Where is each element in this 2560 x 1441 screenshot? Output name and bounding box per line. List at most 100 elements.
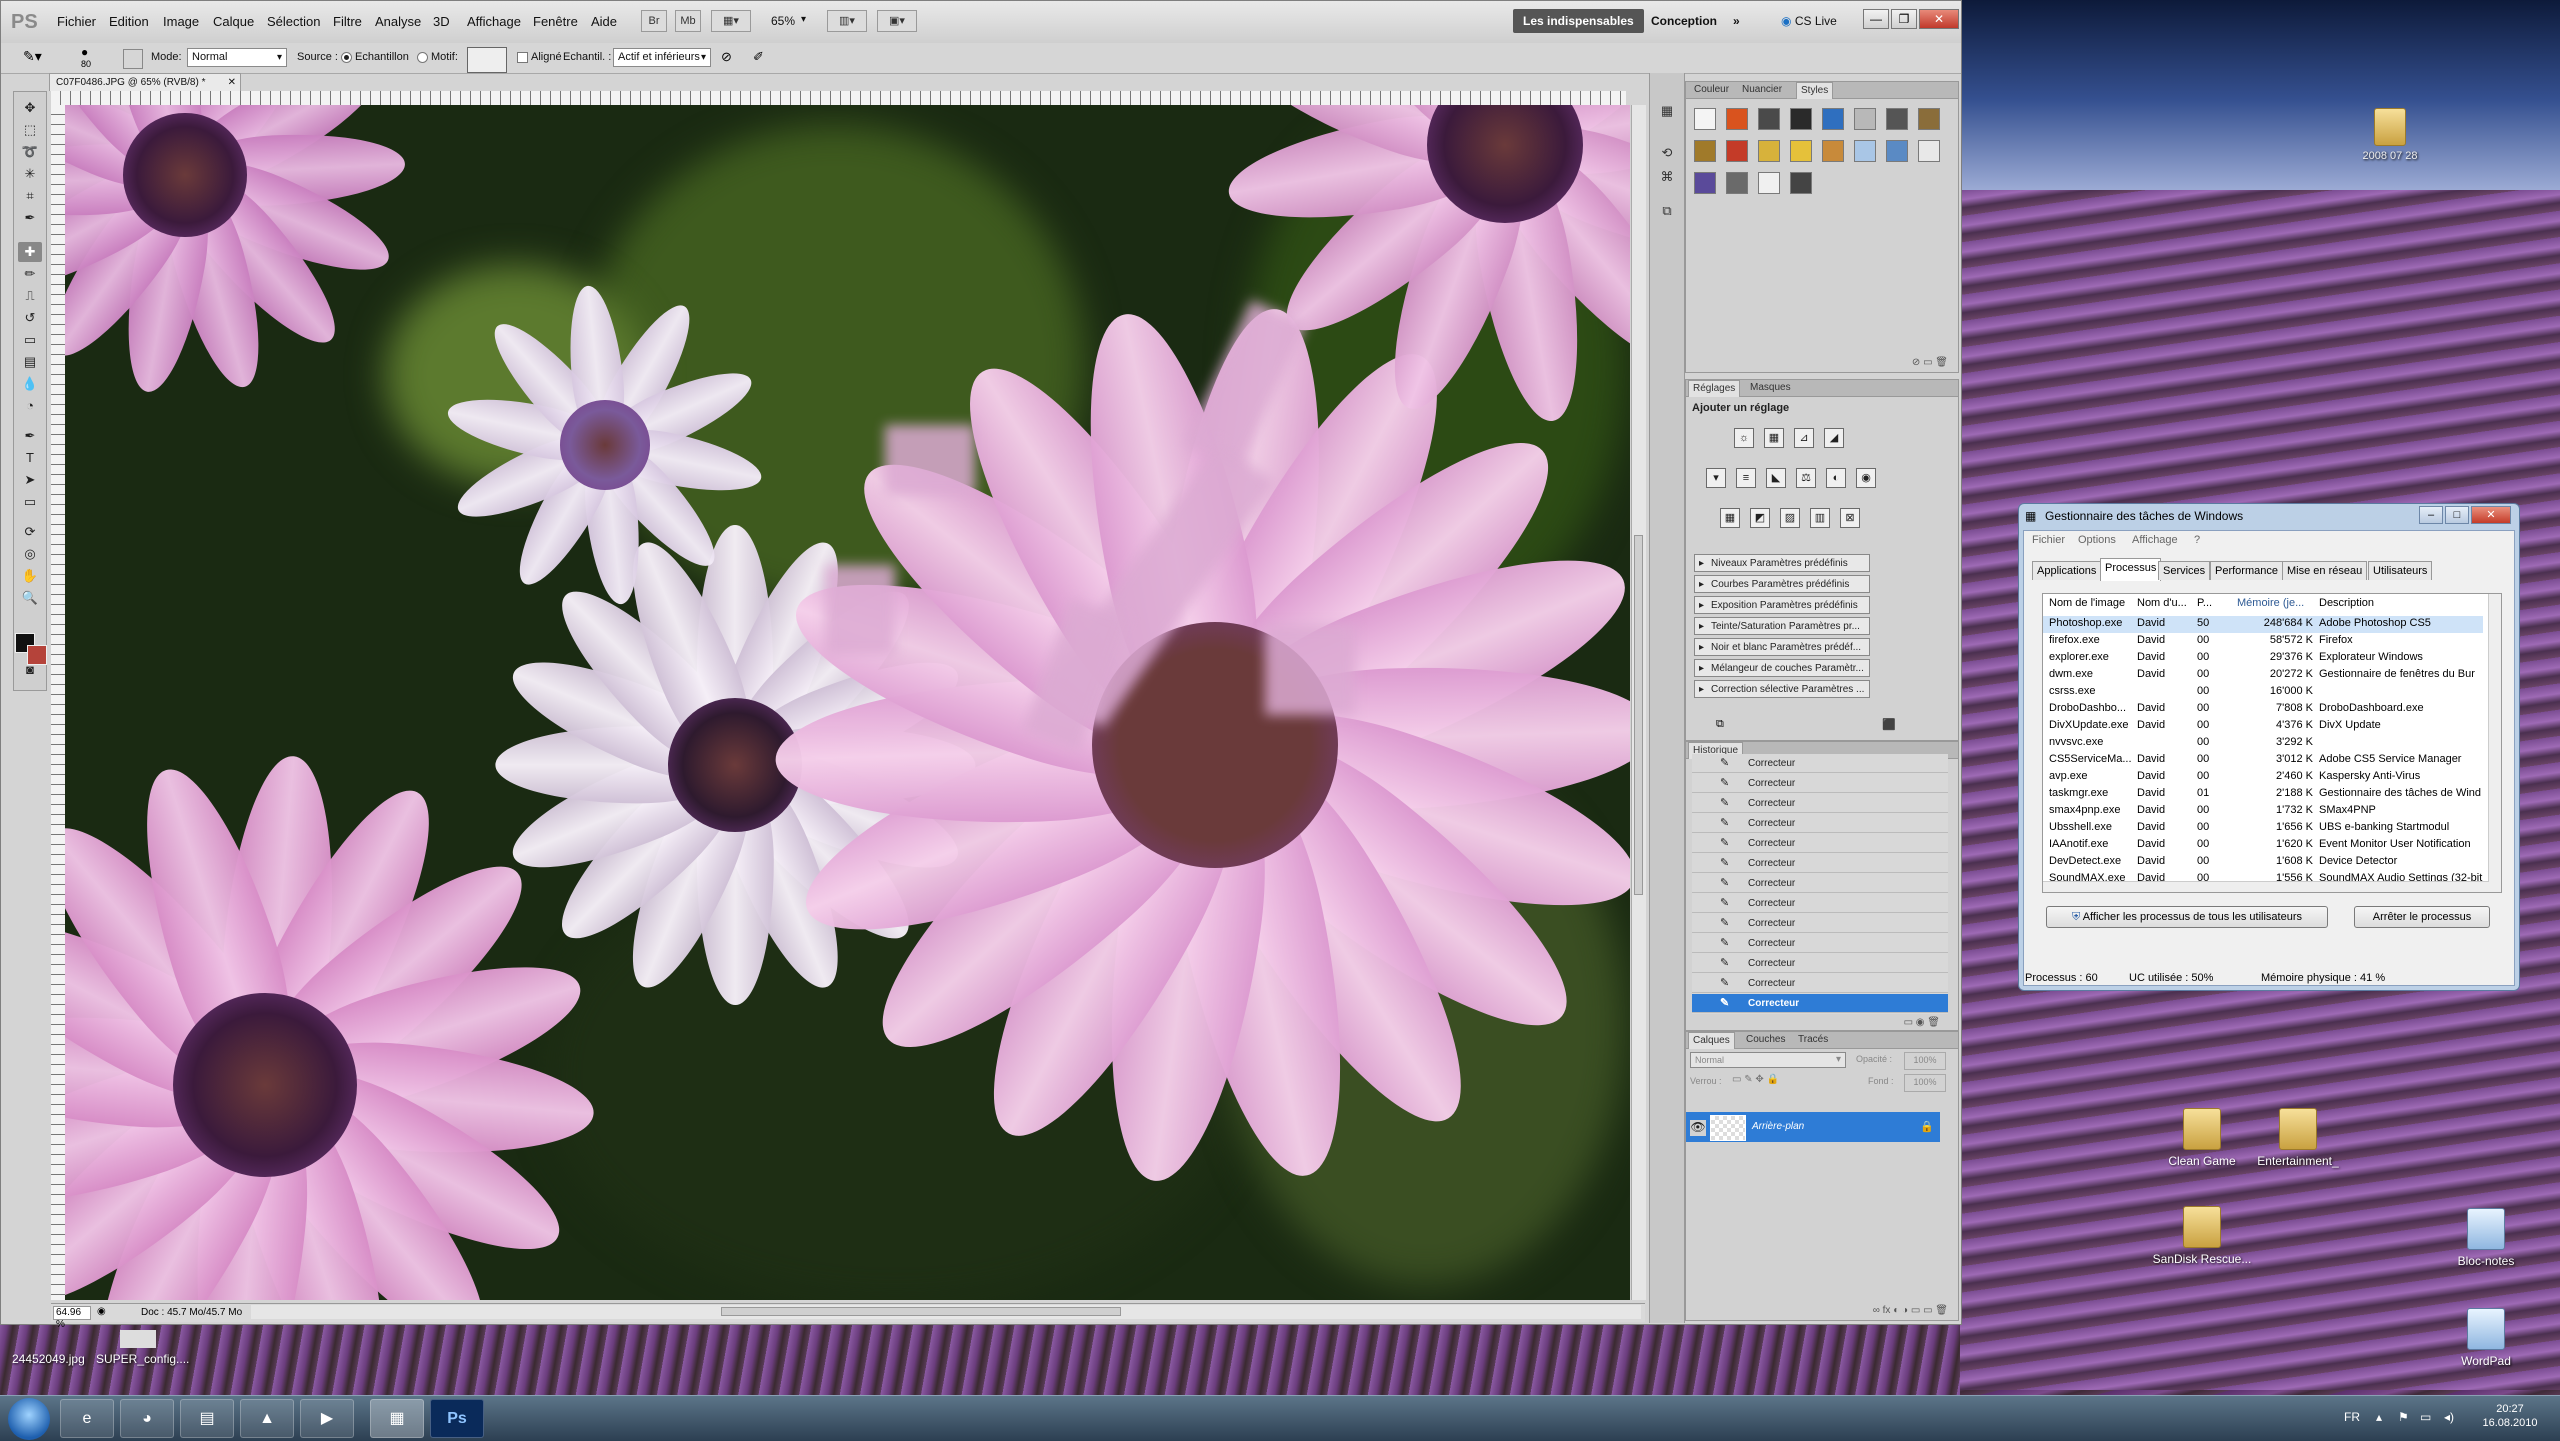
- volume-icon[interactable]: ◂): [2444, 1410, 2454, 1424]
- tab-services[interactable]: Services: [2158, 561, 2211, 580]
- preset-curves[interactable]: Courbes Paramètres prédéfinis: [1694, 575, 1870, 593]
- actions-icon[interactable]: ⌘: [1657, 169, 1677, 187]
- firefox-icon[interactable]: ◕: [120, 1399, 174, 1438]
- brightness-icon[interactable]: ☼: [1734, 428, 1754, 448]
- style-swatch[interactable]: [1854, 140, 1876, 162]
- desktop-icon-entertainment[interactable]: Entertainment_: [2248, 1108, 2348, 1168]
- table-row[interactable]: DroboDashbo... David 00 7'808 K DroboDashboa…: [2043, 701, 2483, 718]
- screen-mode-button[interactable]: ▣▾: [877, 10, 917, 32]
- style-swatch[interactable]: [1918, 108, 1940, 130]
- tab-layers[interactable]: Calques: [1688, 1032, 1735, 1049]
- workspace-more[interactable]: »: [1723, 9, 1750, 33]
- posterize-icon[interactable]: ◩: [1750, 508, 1770, 528]
- black-white-icon[interactable]: ⚖: [1796, 468, 1816, 488]
- eye-icon[interactable]: 👁: [1690, 1120, 1706, 1136]
- levels-icon[interactable]: ▦: [1764, 428, 1784, 448]
- clip-icon[interactable]: ⬛: [1882, 718, 1896, 731]
- type-tool-icon[interactable]: T: [18, 448, 42, 468]
- close-button[interactable]: ✕: [2471, 506, 2511, 524]
- menu-fenetre[interactable]: Fenêtre: [533, 14, 578, 29]
- tab-channels[interactable]: Couches: [1742, 1034, 1789, 1045]
- history-item[interactable]: ✎ Correcteur: [1692, 934, 1948, 953]
- style-swatch[interactable]: [1886, 140, 1908, 162]
- table-row[interactable]: Photoshop.exe David 50 248'684 K Adobe Photo…: [2043, 616, 2483, 633]
- maximize-button[interactable]: □: [2445, 506, 2469, 524]
- history-footer-icons[interactable]: ▭ ◉ 🗑: [1904, 1017, 1940, 1028]
- history-item[interactable]: ✎ Correcteur: [1692, 894, 1948, 913]
- quick-select-tool-icon[interactable]: ✳: [18, 164, 42, 184]
- column-header[interactable]: Description: [2319, 597, 2374, 609]
- table-row[interactable]: DivXUpdate.exe David 00 4'376 K DivX Update: [2043, 718, 2483, 735]
- selective-color-icon[interactable]: ⊠: [1840, 508, 1860, 528]
- history-item[interactable]: ✎ Correcteur: [1692, 994, 1948, 1013]
- sample-select[interactable]: Actif et inférieurs: [613, 48, 711, 67]
- eyedropper-tool-icon[interactable]: ✒: [18, 208, 42, 228]
- menu-3d[interactable]: 3D: [433, 14, 450, 29]
- style-swatch[interactable]: [1822, 108, 1844, 130]
- preset-black-white[interactable]: Noir et blanc Paramètres prédéf...: [1694, 638, 1870, 656]
- vertical-scrollbar[interactable]: [2488, 594, 2501, 892]
- background-color[interactable]: [27, 645, 47, 665]
- menu-calque[interactable]: Calque: [213, 14, 254, 29]
- minimize-button[interactable]: —: [1863, 9, 1889, 29]
- history-item[interactable]: ✎ Correcteur: [1692, 754, 1948, 773]
- thumbnail-label[interactable]: 24452049.jpg: [12, 1352, 85, 1366]
- healing-brush-tool-icon[interactable]: ✚: [18, 242, 42, 262]
- marquee-tool-icon[interactable]: ⬚: [18, 120, 42, 140]
- document-canvas[interactable]: [65, 105, 1630, 1300]
- hue-saturation-icon[interactable]: ≡: [1736, 468, 1756, 488]
- gradient-map-icon[interactable]: ▥: [1810, 508, 1830, 528]
- document-tab[interactable]: C07F0486.JPG @ 65% (RVB/8) * ✕: [49, 73, 241, 91]
- layer-name[interactable]: Arrière-plan: [1752, 1121, 1804, 1132]
- style-swatch[interactable]: [1854, 108, 1876, 130]
- style-swatch[interactable]: [1758, 140, 1780, 162]
- history-item[interactable]: ✎ Correcteur: [1692, 854, 1948, 873]
- pressure-icon[interactable]: ✐: [753, 49, 764, 65]
- source-pattern-radio[interactable]: [417, 52, 428, 63]
- stamp-tool-icon[interactable]: ⎍: [18, 286, 42, 306]
- table-row[interactable]: taskmgr.exe David 01 2'188 K Gestionnaire de…: [2043, 786, 2483, 803]
- style-swatch[interactable]: [1790, 108, 1812, 130]
- desktop-icon-wordpad[interactable]: WordPad: [2436, 1308, 2536, 1368]
- brush-tool-icon[interactable]: ✏: [18, 264, 42, 284]
- table-row[interactable]: Ubsshell.exe David 00 1'656 K UBS e-banking …: [2043, 820, 2483, 837]
- desktop-folder-icon[interactable]: 2008 07 28: [2340, 108, 2440, 162]
- style-swatch[interactable]: [1790, 172, 1812, 194]
- menu-image[interactable]: Image: [163, 14, 199, 29]
- minimize-button[interactable]: –: [2419, 506, 2443, 524]
- fill-field[interactable]: 100%: [1904, 1074, 1946, 1092]
- blur-tool-icon[interactable]: 💧: [18, 374, 42, 394]
- gradient-tool-icon[interactable]: ▤: [18, 352, 42, 372]
- cs-live-button[interactable]: ◉ CS Live: [1771, 9, 1847, 33]
- photoshop-icon[interactable]: Ps: [430, 1399, 484, 1438]
- task-manager-icon[interactable]: ▦: [370, 1399, 424, 1438]
- zoom-level[interactable]: 65%: [771, 14, 795, 28]
- show-all-processes-button[interactable]: ⛨ Afficher les processus de tous les uti…: [2046, 906, 2328, 928]
- dodge-tool-icon[interactable]: ◔: [18, 396, 42, 416]
- opacity-field[interactable]: 100%: [1904, 1052, 1946, 1070]
- flag-icon[interactable]: ⚑: [2398, 1410, 2409, 1424]
- restore-button[interactable]: ❐: [1891, 9, 1917, 29]
- vertical-scrollbar[interactable]: [1631, 105, 1646, 1300]
- table-row[interactable]: IAAnotif.exe David 00 1'620 K Event Monitor …: [2043, 837, 2483, 854]
- history-brush-tool-icon[interactable]: ↺: [18, 308, 42, 328]
- vlc-icon[interactable]: ▲: [240, 1399, 294, 1438]
- lasso-tool-icon[interactable]: ➰: [18, 142, 42, 162]
- chevron-up-icon[interactable]: ▴: [2376, 1410, 2382, 1424]
- tab-users[interactable]: Utilisateurs: [2368, 561, 2433, 580]
- preset-channel-mixer[interactable]: Mélangeur de couches Paramètr...: [1694, 659, 1870, 677]
- history-item[interactable]: ✎ Correcteur: [1692, 794, 1948, 813]
- history-item[interactable]: ✎ Correcteur: [1692, 814, 1948, 833]
- mode-select[interactable]: Normal: [187, 48, 287, 67]
- tab-adjustments[interactable]: Réglages: [1688, 380, 1741, 397]
- network-icon[interactable]: ▭: [2420, 1410, 2431, 1424]
- layers-footer-icons[interactable]: ∞ fx ◐ ◑ ▭ ▭ 🗑: [1873, 1305, 1948, 1316]
- history-item[interactable]: ✎ Correcteur: [1692, 774, 1948, 793]
- explorer-icon[interactable]: ▤: [180, 1399, 234, 1438]
- source-sample-radio[interactable]: [341, 52, 352, 63]
- style-swatch[interactable]: [1822, 140, 1844, 162]
- invert-icon[interactable]: ▦: [1720, 508, 1740, 528]
- table-row[interactable]: avp.exe David 00 2'460 K Kaspersky Anti-Viru…: [2043, 769, 2483, 786]
- chevron-down-icon[interactable]: ▾: [801, 14, 806, 25]
- desktop-icon-notepad[interactable]: Bloc-notes: [2436, 1208, 2536, 1268]
